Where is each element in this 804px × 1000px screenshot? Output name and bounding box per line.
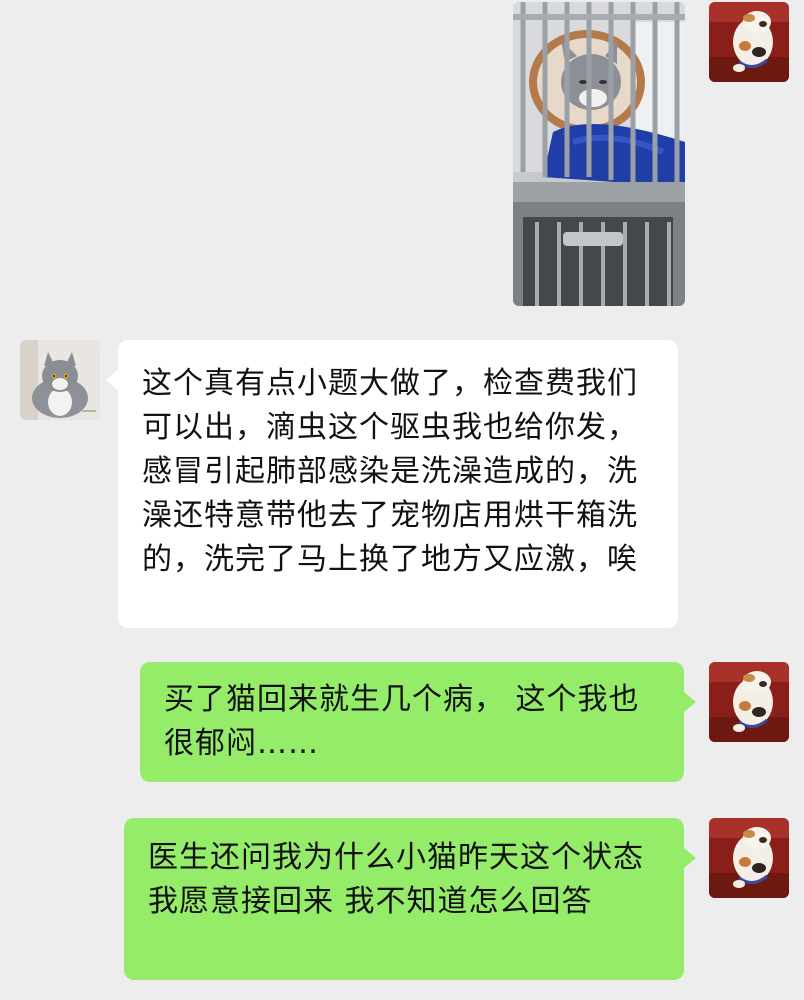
grey-white-cat-avatar-icon <box>20 340 100 420</box>
message-text: 这个真有点小题大做了，检查费我们可以出，滴虫这个驱虫我也给你发，感冒引起肺部感染… <box>142 366 638 577</box>
calico-cat-avatar-icon <box>709 2 789 82</box>
self-avatar[interactable] <box>709 662 789 742</box>
message-text: 医生还问我为什么小猫昨天这个状态我愿意接回来 我不知道怎么回答 <box>148 840 644 919</box>
outgoing-message-bubble[interactable]: 医生还问我为什么小猫昨天这个状态我愿意接回来 我不知道怎么回答 <box>124 818 696 980</box>
calico-cat-avatar-icon <box>709 818 789 898</box>
incoming-message-bubble[interactable]: 这个真有点小题大做了，检查费我们可以出，滴虫这个驱虫我也给你发，感冒引起肺部感染… <box>106 340 678 628</box>
outgoing-message-bubble[interactable]: 买了猫回来就生几个病， 这个我也很郁闷…… <box>140 662 696 782</box>
calico-cat-avatar-icon <box>709 662 789 742</box>
self-avatar[interactable] <box>709 2 789 82</box>
self-avatar[interactable] <box>709 818 789 898</box>
message-text: 买了猫回来就生几个病， 这个我也很郁闷…… <box>164 682 640 761</box>
contact-avatar[interactable] <box>20 340 100 420</box>
cat-in-cage-photo <box>513 2 685 306</box>
image-message-cat-in-cage[interactable] <box>513 2 685 306</box>
